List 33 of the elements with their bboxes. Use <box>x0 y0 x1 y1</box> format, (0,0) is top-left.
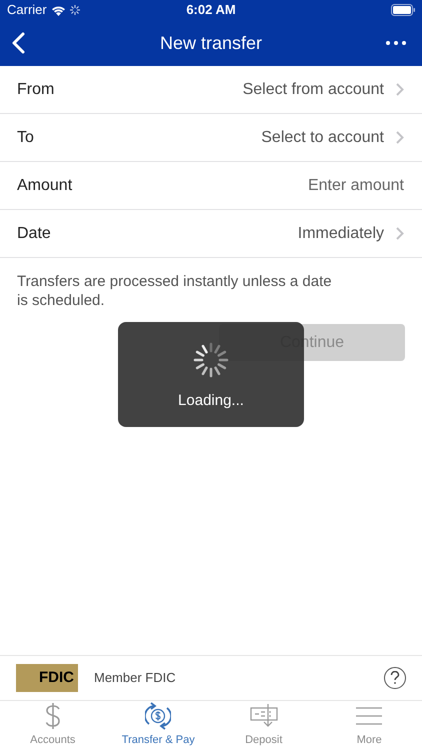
status-time: 6:02 AM <box>186 1 236 20</box>
field-label: Amount <box>17 176 72 196</box>
wifi-icon <box>50 4 66 16</box>
activity-spinner-icon <box>70 5 80 15</box>
chevron-icon <box>396 131 404 144</box>
exchange-dollar-icon <box>145 702 172 730</box>
amount-input-field[interactable]: Enter amount <box>204 174 404 198</box>
carrier-label: Carrier <box>7 1 47 20</box>
check-deposit-icon <box>250 702 278 729</box>
tab[interactable]: Deposit <box>211 701 316 750</box>
chevron-icon <box>396 227 404 240</box>
chevron-icon <box>396 83 404 96</box>
tab[interactable]: More <box>316 701 422 750</box>
battery-icon <box>391 4 415 16</box>
help-button[interactable] <box>384 667 406 689</box>
more-options-button[interactable] <box>386 38 406 48</box>
field-label: Date <box>17 224 51 244</box>
question-mark-icon <box>390 671 400 685</box>
dollar-icon <box>44 702 62 730</box>
menu-icon <box>356 706 382 725</box>
member-text: Member FDIC <box>94 669 176 688</box>
fdic-logo: FDIC <box>16 664 78 692</box>
loading-label: Loading... <box>178 391 244 411</box>
select-field[interactable]: Immediately <box>298 222 404 246</box>
info-text: Transfers are processed instantly unless a date is scheduled. <box>16 272 333 310</box>
tab[interactable]: Transfer & Pay <box>106 701 211 750</box>
screen-title: New transfer <box>160 32 262 54</box>
select-field[interactable]: Select from account <box>242 78 404 102</box>
select-field[interactable]: Select to account <box>261 126 404 150</box>
field-label: To <box>17 128 34 148</box>
tab[interactable]: Accounts <box>0 701 106 750</box>
spinner-icon <box>193 342 229 378</box>
field-label: From <box>17 80 54 100</box>
